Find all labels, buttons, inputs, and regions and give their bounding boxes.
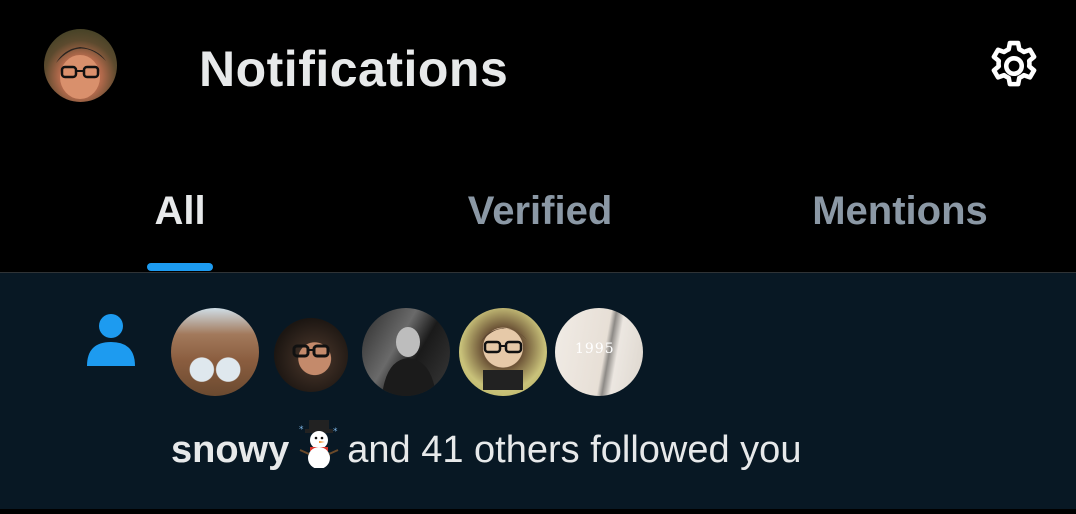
notification-item[interactable] <box>0 273 1076 509</box>
profile-avatar[interactable] <box>44 29 117 102</box>
follower-name[interactable]: snowy <box>171 429 289 471</box>
tab-verified[interactable]: Verified <box>430 186 650 236</box>
svg-text:*: * <box>299 425 304 435</box>
active-tab-indicator <box>147 263 213 271</box>
follower-avatar[interactable] <box>171 308 259 396</box>
top-bar: Notifications <box>0 0 1076 140</box>
snowman-icon: * * <box>297 420 341 481</box>
tab-mentions[interactable]: Mentions <box>790 186 1010 236</box>
notifications-screen: Notifications All Verified Mentions 1995… <box>0 0 1076 514</box>
notification-message: and 41 others followed you <box>347 429 802 471</box>
tab-bar: All Verified Mentions <box>0 170 1076 273</box>
follower-avatar[interactable] <box>459 308 547 396</box>
follower-avatar[interactable]: 1995 <box>555 308 643 396</box>
avatar-overlay-text: 1995 <box>575 341 615 357</box>
divider <box>0 509 1076 514</box>
page-title: Notifications <box>199 41 509 97</box>
gear-icon[interactable] <box>984 36 1044 96</box>
person-icon <box>86 313 136 367</box>
follower-avatar[interactable] <box>274 318 348 392</box>
tab-all[interactable]: All <box>90 186 270 236</box>
notification-text: snowy * * and 41 others followed you <box>171 420 802 471</box>
follower-avatar[interactable] <box>362 308 450 396</box>
svg-text:*: * <box>333 427 338 437</box>
